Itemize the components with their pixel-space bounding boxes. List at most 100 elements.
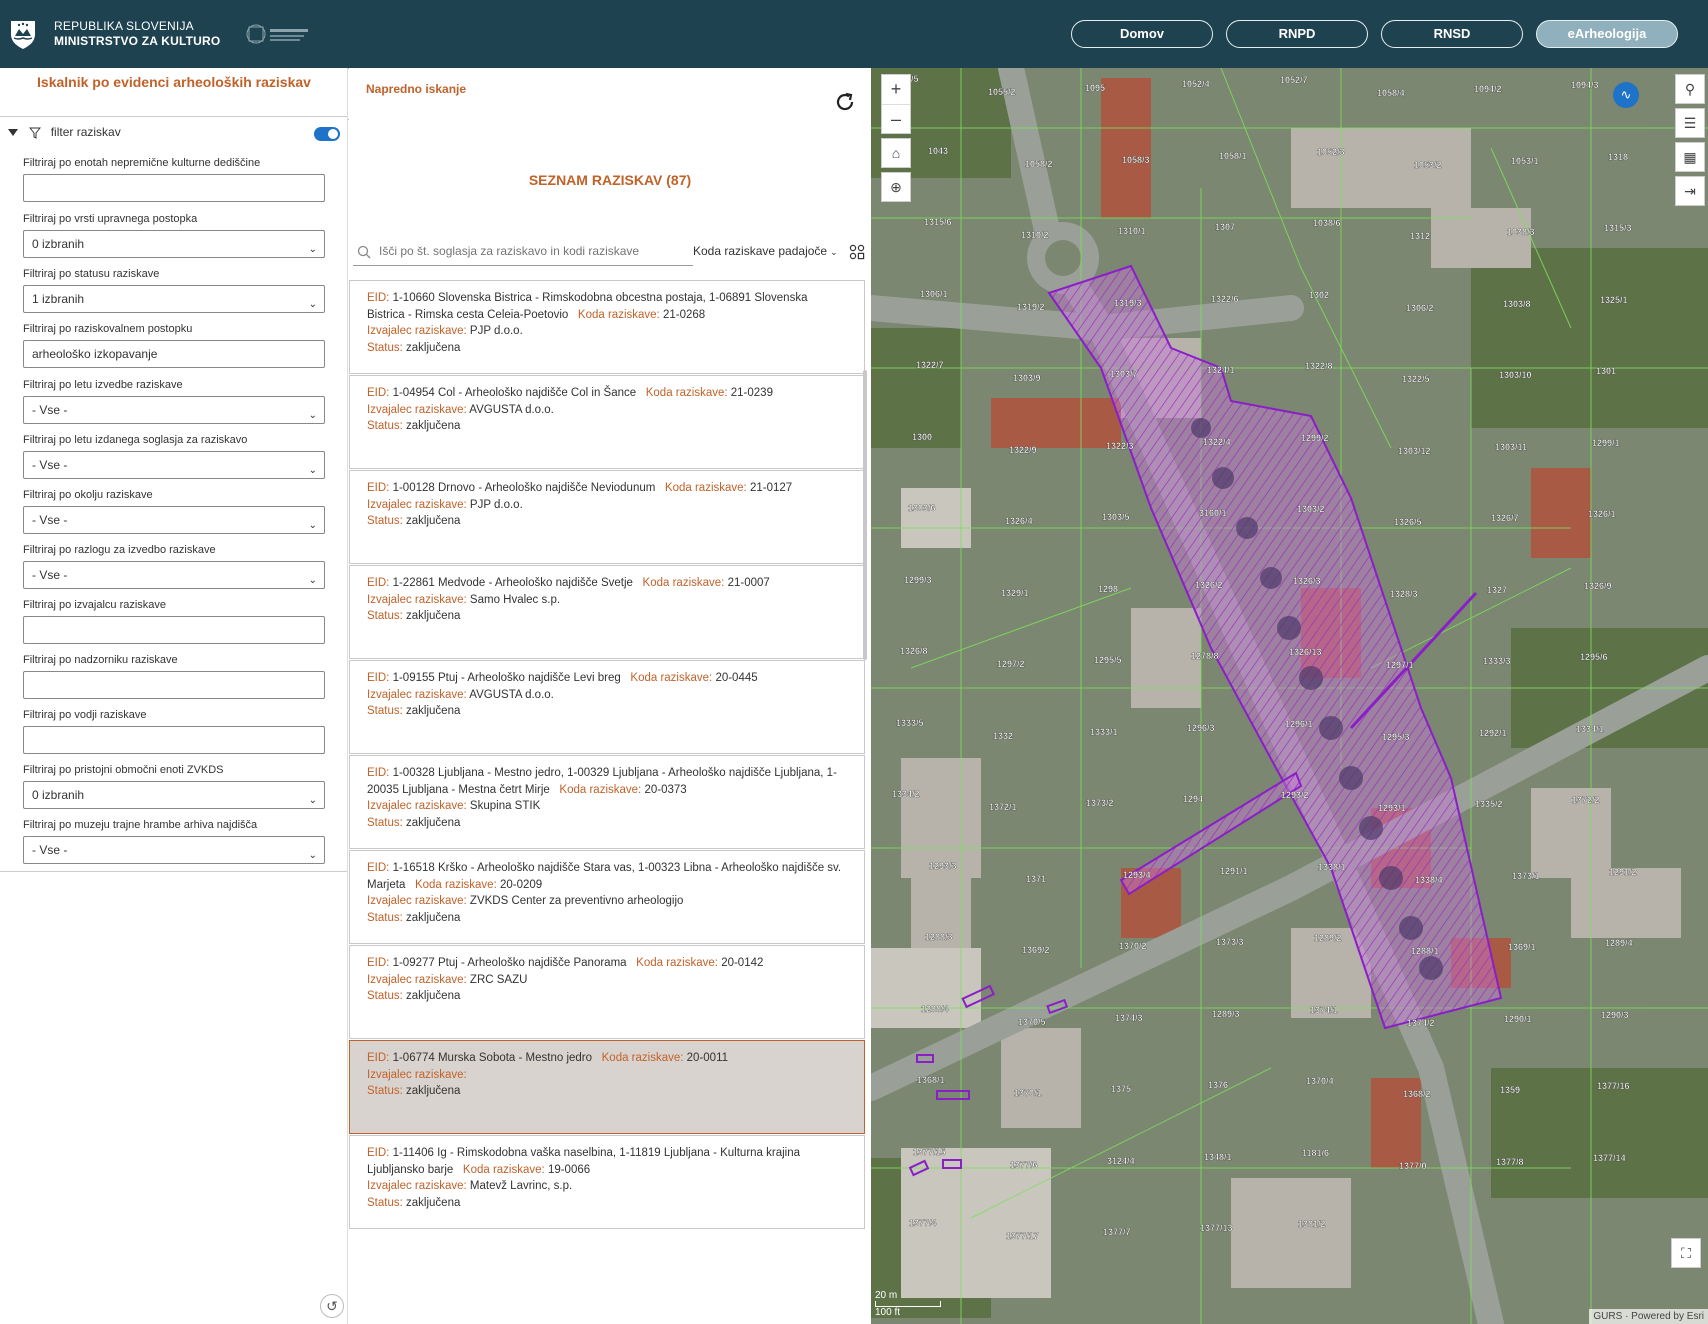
filter-raziskovalni-postopek-input[interactable]: arheološko izkopavanje xyxy=(23,340,325,368)
filter-postopek-select[interactable]: 0 izbranih ⌄ xyxy=(23,230,325,258)
filter-label: Filtriraj po okolju raziskave xyxy=(23,489,153,501)
parcel-number-label: 1374/1 xyxy=(1310,1005,1338,1015)
eid-key: EID: xyxy=(367,1052,390,1064)
parcel-number-label: 1058/3 xyxy=(1122,155,1150,165)
map-search-icon[interactable]: ⚲ xyxy=(1675,74,1705,104)
measure-icon[interactable]: ⇥ xyxy=(1675,176,1705,206)
parcel-number-label: 1303/9 xyxy=(1013,373,1041,383)
filter-leto-soglasja-select[interactable]: - Vse - ⌄ xyxy=(23,451,325,479)
result-card[interactable]: EID: 1-22861 Medvode - Arheološko najdiš… xyxy=(349,565,865,659)
parcel-number-label: 1315/3 xyxy=(1604,223,1632,233)
sort-dropdown[interactable]: Koda raziskave padajoče ⌄ xyxy=(693,244,838,258)
advanced-search-link[interactable]: Napredno iskanje xyxy=(366,82,466,96)
koda-key: Koda raziskave: xyxy=(577,308,660,321)
parcel-number-label: 1368/2 xyxy=(1403,1089,1431,1099)
result-card[interactable]: EID: 1-00128 Drnovo - Arheološko najdišč… xyxy=(349,470,865,564)
top-header: REPUBLIKA SLOVENIJA MINISTRSTVO ZA KULTU… xyxy=(0,0,1708,68)
status-key: Status: xyxy=(367,1085,403,1097)
filter-okolje-select[interactable]: - Vse - ⌄ xyxy=(23,506,325,534)
results-scrollbar[interactable] xyxy=(863,370,867,660)
parcel-number-label: 1295/3 xyxy=(1382,732,1410,742)
filter-leto-izvedbe-select[interactable]: - Vse - ⌄ xyxy=(23,396,325,424)
parcel-number-label: 1373/2 xyxy=(1086,798,1114,808)
locate-icon[interactable]: ⊕ xyxy=(881,172,911,202)
filter-muzej-select[interactable]: - Vse - ⌄ xyxy=(23,836,325,864)
result-card[interactable]: EID: 1-11406 Ig - Rimskodobna vaška nase… xyxy=(349,1135,865,1229)
filter-zvkds-select[interactable]: 0 izbranih ⌄ xyxy=(23,781,325,809)
parcel-number-label: 1299/2 xyxy=(1301,433,1329,443)
parcel-number-label: 1303/8 xyxy=(1503,299,1531,309)
koda-value: 20-0142 xyxy=(721,957,764,969)
result-card[interactable]: EID: 1-10660 Slovenska Bistrica - Rimsko… xyxy=(349,280,865,374)
refresh-icon[interactable] xyxy=(833,90,857,114)
home-icon[interactable]: ⌂ xyxy=(881,138,911,168)
result-card[interactable]: EID: 1-04954 Col - Arheološko najdišče C… xyxy=(349,375,865,469)
filter-label: Filtriraj po pristojni območni enoti ZVK… xyxy=(23,764,224,776)
filter-dediscina-input[interactable] xyxy=(23,174,325,202)
parcel-number-label: 1325/1 xyxy=(1600,295,1628,305)
eid-value: 1-09277 Ptuj - Arheološko najdišče Panor… xyxy=(392,957,627,969)
eid-key: EID: xyxy=(367,767,390,779)
parcel-number-label: 1370/2 xyxy=(1119,941,1147,951)
card-status-line: Status: zaključena xyxy=(367,1195,847,1212)
parcel-number-label: 1303/10 xyxy=(1499,370,1532,380)
result-card[interactable]: EID: 1-09155 Ptuj - Arheološko najdišče … xyxy=(349,660,865,754)
fullscreen-icon[interactable]: ⛶ xyxy=(1671,1238,1701,1268)
status-key: Status: xyxy=(367,990,403,1002)
search-box xyxy=(353,236,693,266)
widget-chart-icon[interactable]: ∿ xyxy=(1613,82,1639,108)
reset-filters-icon[interactable]: ↺ xyxy=(320,1294,344,1318)
chevron-down-icon: ⌄ xyxy=(830,247,838,257)
izvajalec-key: Izvajalec raziskave: xyxy=(367,895,467,907)
slovenia-coat-of-arms-icon xyxy=(11,21,35,49)
koda-key: Koda raziskave: xyxy=(664,482,747,494)
result-card[interactable]: EID: 1-16518 Krško - Arheološko najdišče… xyxy=(349,850,865,944)
map-view[interactable]: 1052/51055/210951052/41052/71058/41094/2… xyxy=(871,68,1708,1324)
card-eid-line: EID: 1-00328 Ljubljana - Mestno jedro, 1… xyxy=(367,765,847,798)
parcel-number-label: 1370/5 xyxy=(1018,1017,1046,1027)
card-status-line: Status: zaključena xyxy=(367,1083,847,1100)
parcel-number-label: 1326/8 xyxy=(900,646,928,656)
filter-izvajalec-input[interactable] xyxy=(23,616,325,644)
nav-rnsd-button[interactable]: RNSD xyxy=(1381,20,1523,48)
search-icon xyxy=(357,245,371,259)
izvajalec-value: ZRC SAZU xyxy=(469,973,528,986)
izvajalec-key: Izvajalec raziskave: xyxy=(367,1068,467,1081)
parcel-number-label: 1322/7 xyxy=(916,360,944,370)
collapse-triangle-icon[interactable] xyxy=(8,129,18,137)
eid-key: EID: xyxy=(367,862,390,874)
zoom-in-button[interactable]: + xyxy=(882,75,910,104)
parcel-number-label: 1326/3 xyxy=(1293,576,1321,586)
result-card[interactable]: EID: 1-09277 Ptuj - Arheološko najdišče … xyxy=(349,945,865,1039)
parcel-number-label: 1291/1 xyxy=(1220,866,1248,876)
results-list: EID: 1-10660 Slovenska Bistrica - Rimsko… xyxy=(349,280,865,1324)
parcel-number-label: 1306/1 xyxy=(920,289,948,299)
parcel-number-label: 1322/3 xyxy=(1106,441,1134,451)
parcel-number-label: 1319/2 xyxy=(1017,302,1045,312)
filter-status-select[interactable]: 1 izbranih ⌄ xyxy=(23,285,325,313)
result-card[interactable]: EID: 1-00328 Ljubljana - Mestno jedro, 1… xyxy=(349,755,865,849)
basemap-gallery-icon[interactable]: ▦ xyxy=(1675,142,1705,172)
layout-grid-icon[interactable] xyxy=(849,244,865,260)
card-status-line: Status: zaključena xyxy=(367,988,847,1005)
filter-section-header[interactable]: filter raziskav xyxy=(8,125,121,139)
nav-earheologija-button[interactable]: eArheologija xyxy=(1536,20,1678,48)
filter-nadzornik-input[interactable] xyxy=(23,671,325,699)
layers-icon[interactable]: ☰ xyxy=(1675,108,1705,138)
parcel-number-label: 1095 xyxy=(1085,83,1105,93)
parcel-number-label: 1288/3 xyxy=(925,932,953,942)
filter-vodja-input[interactable] xyxy=(23,726,325,754)
nav-domov-button[interactable]: Domov xyxy=(1071,20,1213,48)
zoom-out-button[interactable]: – xyxy=(882,104,910,133)
search-input[interactable] xyxy=(379,240,679,262)
parcel-number-label: 1334/1 xyxy=(1576,724,1604,734)
filter-razlog-select[interactable]: - Vse - ⌄ xyxy=(23,561,325,589)
koda-value: 20-0373 xyxy=(644,783,687,796)
result-card-selected[interactable]: EID: 1-06774 Murska Sobota - Mestno jedr… xyxy=(349,1040,865,1134)
card-eid-line: EID: 1-16518 Krško - Arheološko najdišče… xyxy=(367,860,847,893)
parcel-number-label: 1299/1 xyxy=(1592,438,1620,448)
filter-enabled-toggle[interactable] xyxy=(314,127,340,141)
parcel-number-label: 1332 xyxy=(993,731,1013,741)
nav-rnpd-button[interactable]: RNPD xyxy=(1226,20,1368,48)
koda-key: Koda raziskave: xyxy=(645,387,728,399)
